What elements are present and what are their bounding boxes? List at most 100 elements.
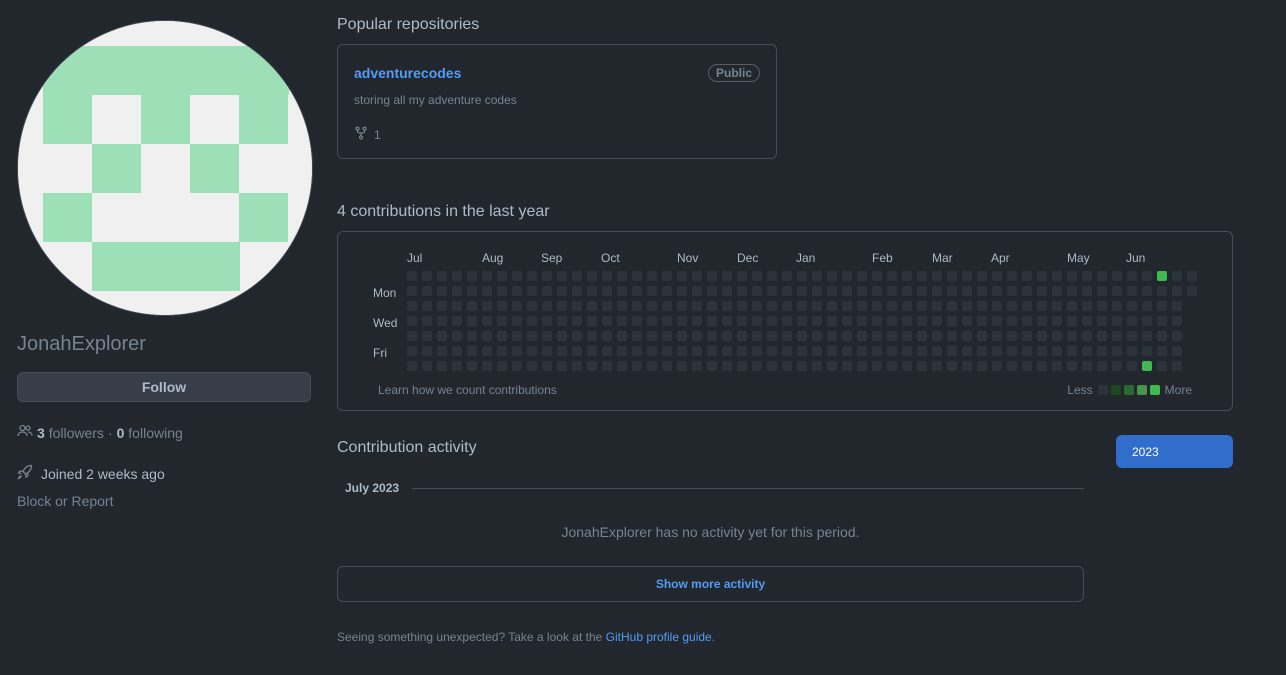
contribution-day-cell[interactable] xyxy=(677,361,687,371)
contribution-day-cell[interactable] xyxy=(782,271,792,281)
contribution-day-cell[interactable] xyxy=(452,286,462,296)
contribution-day-cell[interactable] xyxy=(887,346,897,356)
contribution-day-cell[interactable] xyxy=(1037,286,1047,296)
contribution-day-cell[interactable] xyxy=(917,361,927,371)
contribution-day-cell[interactable] xyxy=(632,346,642,356)
contribution-day-cell[interactable] xyxy=(1157,286,1167,296)
followers-link[interactable]: 3 followers xyxy=(37,425,104,441)
contribution-day-cell[interactable] xyxy=(842,316,852,326)
contribution-day-cell[interactable] xyxy=(992,301,1002,311)
contribution-day-cell[interactable] xyxy=(947,316,957,326)
contribution-day-cell[interactable] xyxy=(857,286,867,296)
contribution-day-cell[interactable] xyxy=(647,346,657,356)
contribution-day-cell[interactable] xyxy=(1097,301,1107,311)
contribution-day-cell[interactable] xyxy=(962,316,972,326)
contribution-day-cell[interactable] xyxy=(527,301,537,311)
contribution-day-cell[interactable] xyxy=(902,361,912,371)
contribution-day-cell[interactable] xyxy=(962,331,972,341)
contribution-day-cell[interactable] xyxy=(587,361,597,371)
contribution-day-cell[interactable] xyxy=(947,331,957,341)
contribution-day-cell[interactable] xyxy=(1157,301,1167,311)
contribution-day-cell[interactable] xyxy=(602,271,612,281)
contribution-day-cell[interactable] xyxy=(722,301,732,311)
contribution-day-cell[interactable] xyxy=(1097,331,1107,341)
contribution-day-cell[interactable] xyxy=(1052,346,1062,356)
contribution-day-cell[interactable] xyxy=(737,316,747,326)
contribution-day-cell[interactable] xyxy=(407,316,417,326)
contribution-day-cell[interactable] xyxy=(512,331,522,341)
contribution-day-cell[interactable] xyxy=(572,301,582,311)
contribution-day-cell[interactable] xyxy=(797,301,807,311)
contribution-day-cell[interactable] xyxy=(812,346,822,356)
contribution-day-cell[interactable] xyxy=(947,361,957,371)
contribution-day-cell[interactable] xyxy=(827,286,837,296)
contribution-day-cell[interactable] xyxy=(782,331,792,341)
contribution-day-cell[interactable] xyxy=(632,301,642,311)
contribution-day-cell[interactable] xyxy=(467,301,477,311)
contribution-day-cell[interactable] xyxy=(1157,361,1167,371)
contribution-day-cell[interactable] xyxy=(617,346,627,356)
contribution-day-cell[interactable] xyxy=(512,301,522,311)
contribution-day-cell[interactable] xyxy=(422,331,432,341)
contribution-day-cell[interactable] xyxy=(1007,361,1017,371)
contribution-day-cell[interactable] xyxy=(467,316,477,326)
contribution-day-cell[interactable] xyxy=(812,301,822,311)
contribution-day-cell[interactable] xyxy=(872,271,882,281)
contribution-day-cell[interactable] xyxy=(917,301,927,311)
contribution-day-cell[interactable] xyxy=(917,271,927,281)
contribution-day-cell[interactable] xyxy=(497,271,507,281)
contribution-day-cell[interactable] xyxy=(662,286,672,296)
contribution-day-cell[interactable] xyxy=(1022,286,1032,296)
contribution-day-cell[interactable] xyxy=(857,331,867,341)
contribution-day-cell[interactable] xyxy=(842,331,852,341)
contribution-day-cell[interactable] xyxy=(437,316,447,326)
contribution-day-cell[interactable] xyxy=(737,286,747,296)
contribution-day-cell[interactable] xyxy=(797,361,807,371)
contribution-day-cell[interactable] xyxy=(977,361,987,371)
contribution-day-cell[interactable] xyxy=(542,286,552,296)
contribution-day-cell[interactable] xyxy=(1142,286,1152,296)
contribution-day-cell[interactable] xyxy=(437,271,447,281)
contribution-day-cell[interactable] xyxy=(557,361,567,371)
contribution-day-cell[interactable] xyxy=(932,361,942,371)
contribution-day-cell[interactable] xyxy=(647,271,657,281)
contribution-day-cell[interactable] xyxy=(1067,301,1077,311)
contribution-day-cell[interactable] xyxy=(587,316,597,326)
contribution-day-cell[interactable] xyxy=(617,331,627,341)
contribution-day-cell[interactable] xyxy=(707,361,717,371)
contribution-day-cell[interactable] xyxy=(647,331,657,341)
contribution-day-cell[interactable] xyxy=(497,301,507,311)
contribution-day-cell[interactable] xyxy=(842,301,852,311)
contribution-day-cell[interactable] xyxy=(917,346,927,356)
profile-guide-link[interactable]: GitHub profile guide xyxy=(606,630,712,644)
contribution-day-cell[interactable] xyxy=(1157,271,1167,281)
contribution-day-cell[interactable] xyxy=(752,301,762,311)
contribution-day-cell[interactable] xyxy=(527,271,537,281)
contribution-day-cell[interactable] xyxy=(707,301,717,311)
contribution-day-cell[interactable] xyxy=(1052,316,1062,326)
contribution-day-cell[interactable] xyxy=(557,331,567,341)
contribution-day-cell[interactable] xyxy=(812,316,822,326)
contribution-day-cell[interactable] xyxy=(782,286,792,296)
contribution-day-cell[interactable] xyxy=(797,286,807,296)
contribution-day-cell[interactable] xyxy=(602,301,612,311)
contribution-day-cell[interactable] xyxy=(542,271,552,281)
contribution-day-cell[interactable] xyxy=(1052,301,1062,311)
contribution-day-cell[interactable] xyxy=(647,301,657,311)
contribution-day-cell[interactable] xyxy=(737,301,747,311)
contribution-day-cell[interactable] xyxy=(617,286,627,296)
contribution-day-cell[interactable] xyxy=(1022,316,1032,326)
contribution-day-cell[interactable] xyxy=(932,331,942,341)
contribution-day-cell[interactable] xyxy=(662,316,672,326)
contribution-day-cell[interactable] xyxy=(677,286,687,296)
contribution-day-cell[interactable] xyxy=(617,301,627,311)
contribution-day-cell[interactable] xyxy=(797,346,807,356)
contribution-day-cell[interactable] xyxy=(1187,286,1197,296)
contribution-day-cell[interactable] xyxy=(692,346,702,356)
contribution-day-cell[interactable] xyxy=(1127,361,1137,371)
contribution-day-cell[interactable] xyxy=(1142,346,1152,356)
contribution-day-cell[interactable] xyxy=(1037,316,1047,326)
contribution-day-cell[interactable] xyxy=(1157,331,1167,341)
following-link[interactable]: 0 following xyxy=(117,425,183,441)
contribution-day-cell[interactable] xyxy=(452,346,462,356)
